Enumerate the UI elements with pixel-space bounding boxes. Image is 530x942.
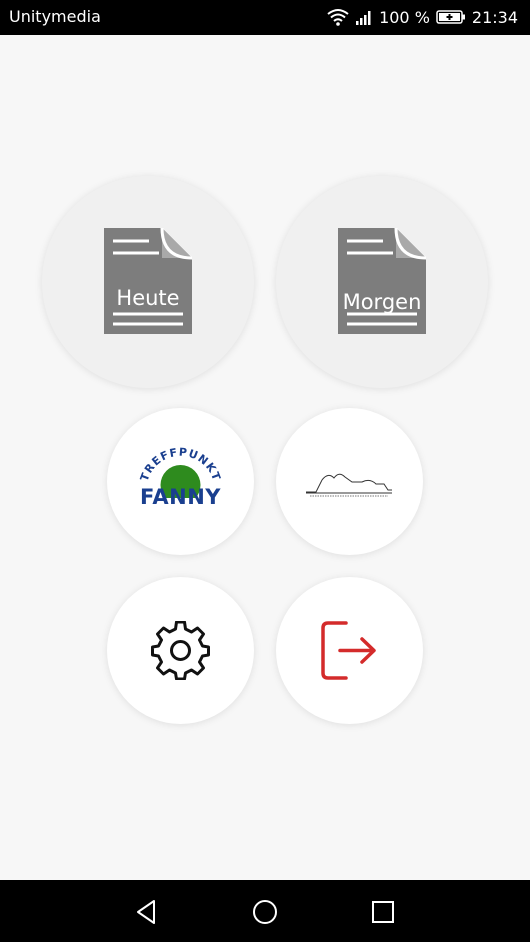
navigation-bar <box>0 880 530 942</box>
heute-button[interactable]: Heute <box>42 176 254 388</box>
logout-icon <box>321 621 376 680</box>
morgen-label: Morgen <box>342 290 422 314</box>
heute-label: Heute <box>116 286 180 310</box>
clock: 21:34 <box>471 7 518 27</box>
building-logo-button[interactable] <box>276 408 423 555</box>
signal-icon <box>355 8 373 26</box>
battery-charging-icon <box>436 9 466 25</box>
morgen-button[interactable]: Morgen <box>276 176 488 388</box>
fanny-logo-bottom: FANNY <box>139 485 222 509</box>
document-icon <box>104 228 192 334</box>
gear-icon <box>151 621 210 680</box>
settings-button[interactable] <box>107 577 254 724</box>
home-icon[interactable] <box>250 897 280 927</box>
app-screen: Unitymedia 100 % 21:34 Heute Morgen TREF… <box>0 0 530 942</box>
carrier-name: Unitymedia <box>9 7 101 26</box>
back-icon[interactable] <box>132 897 162 927</box>
status-indicators: 100 % 21:34 <box>327 7 518 27</box>
battery-percent: 100 % <box>379 7 430 27</box>
wifi-icon <box>327 8 349 26</box>
document-icon <box>338 228 426 334</box>
recents-icon[interactable] <box>368 897 398 927</box>
building-outline-logo <box>306 473 392 497</box>
treffpunkt-fanny-button[interactable]: TREFFPUNKT FANNY <box>107 408 254 555</box>
logout-button[interactable] <box>276 577 423 724</box>
status-bar: Unitymedia 100 % 21:34 <box>0 0 530 35</box>
